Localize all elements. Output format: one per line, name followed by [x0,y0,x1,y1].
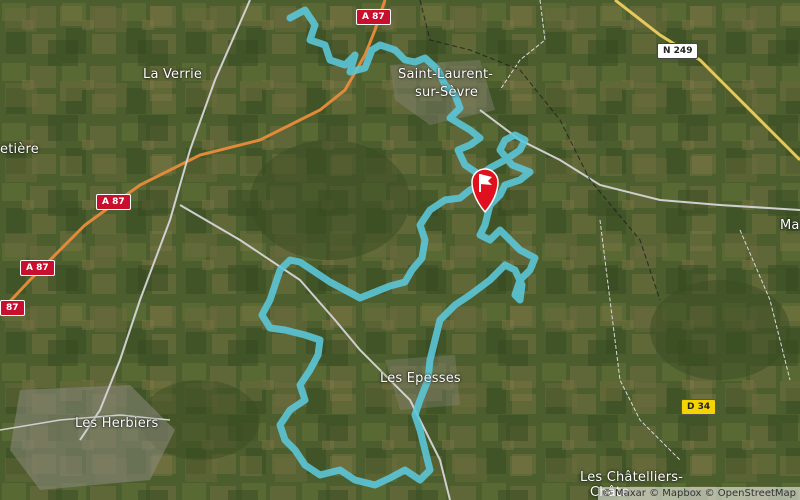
place-label-les-chatelliers: Les Châtelliers- [580,470,684,485]
forest-area [650,280,790,380]
road-shield-a87: A 87 [96,194,131,210]
place-label-sur-sevre: sur-Sèvre [415,85,479,100]
place-label-etiere: etière [0,142,39,157]
place-label-ma: Ma [780,218,800,233]
place-label-les-herbiers: Les Herbiers [75,416,159,431]
satellite-map[interactable]: La Verrie Saint-Laurent- sur-Sèvre etièr… [0,0,800,500]
road-shield-87: 87 [0,300,25,316]
place-label-saint-laurent: Saint-Laurent- [398,67,494,82]
road-shield-n249: N 249 [657,43,699,59]
place-label-la-verrie: La Verrie [143,67,203,82]
forest-area [250,140,410,260]
road-shield-a87: A 87 [20,260,55,276]
place-label-les-epesses: Les Epesses [380,371,461,386]
road-shield-d34: D 34 [681,399,717,415]
road-shield-a87: A 87 [356,9,391,25]
map-attribution[interactable]: © Maxar © Mapbox © OpenStreetMap [597,487,800,500]
